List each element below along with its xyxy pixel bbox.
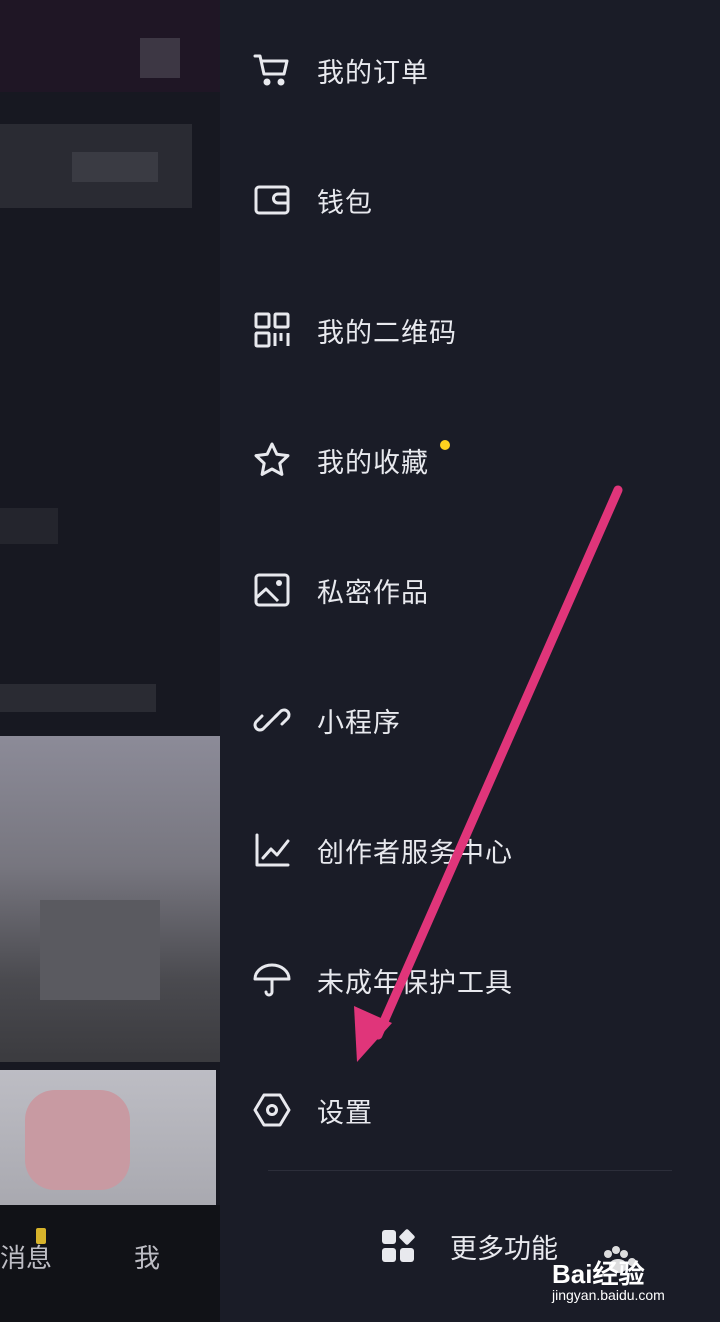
background-nav-messages: 消息 [0, 1244, 53, 1274]
cart-icon [250, 48, 294, 92]
watermark-brand: Bai经验 [552, 1259, 645, 1289]
more-features-button[interactable]: 更多功能 [380, 1220, 558, 1272]
more-features-label: 更多功能 [450, 1233, 558, 1265]
wallet-icon [250, 178, 294, 222]
notification-dot [440, 440, 450, 450]
menu-label: 未成年保护工具 [317, 967, 513, 999]
blurred-photo [0, 736, 220, 1062]
menu-label: 我的收藏 [317, 447, 429, 479]
menu-item-qr-code[interactable]: 我的二维码 [220, 280, 720, 380]
qr-code-icon [250, 308, 294, 352]
menu-item-settings[interactable]: 设置 [220, 1060, 720, 1160]
menu-item-wallet[interactable]: 钱包 [220, 150, 720, 250]
grid-apps-icon [380, 1228, 416, 1264]
blurred-photo-detail [40, 900, 160, 1000]
menu-label: 我的订单 [317, 57, 429, 89]
side-drawer: 我的订单 钱包 我的二维码 我的收藏 私密作品 小程序 创作者服务中心 未成年保… [220, 0, 720, 1322]
link-icon [250, 698, 294, 742]
blurred-text-line [72, 152, 158, 182]
background-header [0, 0, 220, 92]
menu-item-private-works[interactable]: 私密作品 [220, 540, 720, 640]
background-nav-me: 我 [134, 1244, 161, 1274]
chart-icon [250, 828, 294, 872]
menu-item-my-orders[interactable]: 我的订单 [220, 20, 720, 120]
menu-item-mini-programs[interactable]: 小程序 [220, 670, 720, 770]
watermark-url: jingyan.baidu.com [552, 1287, 665, 1303]
blurred-text-line [0, 508, 58, 544]
menu-label: 我的二维码 [317, 317, 457, 349]
blurred-flower [25, 1090, 130, 1190]
divider [268, 1170, 672, 1171]
blurred-text-line [0, 684, 156, 712]
menu-label: 钱包 [317, 187, 373, 219]
menu-label: 小程序 [317, 707, 401, 739]
hexagon-settings-icon [250, 1088, 294, 1132]
menu-item-minor-protection[interactable]: 未成年保护工具 [220, 930, 720, 1030]
menu-item-creator-center[interactable]: 创作者服务中心 [220, 800, 720, 900]
menu-label: 创作者服务中心 [317, 837, 513, 869]
menu-label: 私密作品 [317, 577, 429, 609]
background-app: 消息 我 [0, 0, 220, 1322]
blurred-avatar [140, 38, 180, 78]
menu-label: 设置 [317, 1097, 373, 1129]
star-icon [250, 438, 294, 482]
menu-item-favorites[interactable]: 我的收藏 [220, 410, 720, 510]
umbrella-icon [250, 958, 294, 1002]
image-icon [250, 568, 294, 612]
